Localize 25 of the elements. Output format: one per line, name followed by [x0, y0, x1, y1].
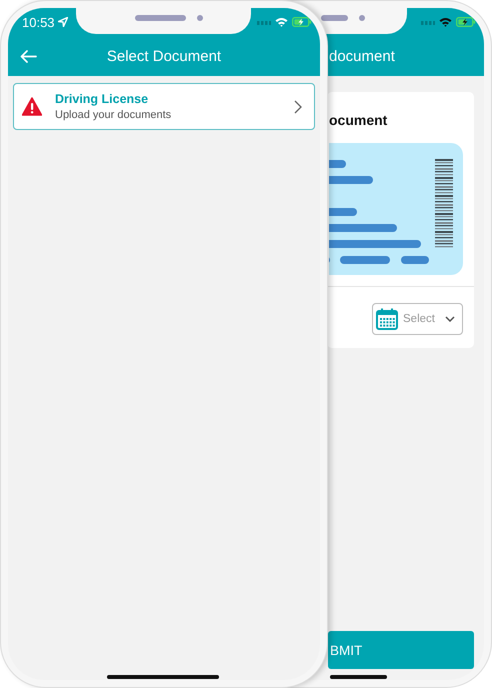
back-arrow-icon: [20, 50, 37, 62]
calendar-icon: [376, 308, 398, 330]
document-title: Driving License: [55, 92, 150, 106]
camera-drawing: [196, 15, 202, 21]
battery-icon: [456, 17, 476, 27]
signal-icon: [421, 19, 435, 25]
document-item[interactable]: Driving License Upload your documents: [13, 83, 315, 130]
signal-icon: [257, 19, 271, 25]
camera-drawing: [359, 15, 365, 21]
screen-title: document: [329, 48, 395, 64]
wifi-icon: [275, 17, 288, 27]
document-subtitle: Upload your documents: [55, 109, 172, 121]
speaker-drawing: [134, 15, 186, 21]
chevron-down-icon: [445, 316, 455, 322]
speaker-drawing: [321, 15, 348, 21]
home-indicator: [330, 675, 387, 679]
screen-title: Select Document: [106, 48, 222, 64]
location-arrow-icon: [58, 17, 68, 27]
status-time: 10:53: [22, 14, 55, 30]
chevron-right-icon: [294, 100, 302, 114]
submit-button[interactable]: BMIT: [328, 631, 474, 669]
wifi-icon: [439, 17, 452, 27]
date-select[interactable]: Select: [372, 303, 463, 335]
card-title: ocument: [328, 111, 388, 130]
battery-icon: [292, 17, 312, 27]
